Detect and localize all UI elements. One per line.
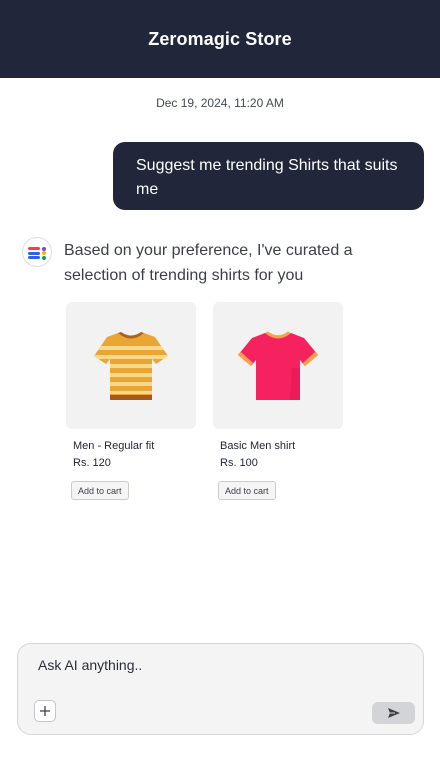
send-button[interactable] <box>372 702 415 724</box>
message-timestamp: Dec 19, 2024, 11:20 AM <box>156 96 284 110</box>
product-image[interactable] <box>213 302 343 429</box>
product-card[interactable]: Basic Men shirt Rs. 100 Add to cart <box>213 302 345 500</box>
chat-input[interactable] <box>38 654 398 676</box>
pink-tshirt-icon <box>238 331 318 400</box>
bot-avatar-icon <box>22 237 52 267</box>
product-name: Basic Men shirt <box>220 440 296 452</box>
product-image[interactable] <box>66 302 196 429</box>
product-price: Rs. 100 <box>220 457 258 469</box>
user-message-text: Suggest me trending Shirts that suits me <box>136 157 398 198</box>
store-title: Zeromagic Store <box>148 28 292 49</box>
product-name: Men - Regular fit <box>73 440 155 452</box>
send-icon <box>387 708 400 718</box>
striped-tshirt-icon <box>94 331 168 400</box>
add-to-cart-button[interactable]: Add to cart <box>218 481 276 500</box>
bot-message-text: Based on your preference, I've curated a… <box>64 242 353 284</box>
product-card[interactable]: Men - Regular fit Rs. 120 Add to cart <box>66 302 198 500</box>
plus-icon <box>40 706 50 716</box>
user-message-bubble: Suggest me trending Shirts that suits me <box>113 142 424 210</box>
product-price: Rs. 120 <box>73 457 111 469</box>
app-header: Zeromagic Store <box>0 0 440 78</box>
chat-composer <box>17 643 424 735</box>
attach-button[interactable] <box>34 700 56 722</box>
add-to-cart-button[interactable]: Add to cart <box>71 481 129 500</box>
